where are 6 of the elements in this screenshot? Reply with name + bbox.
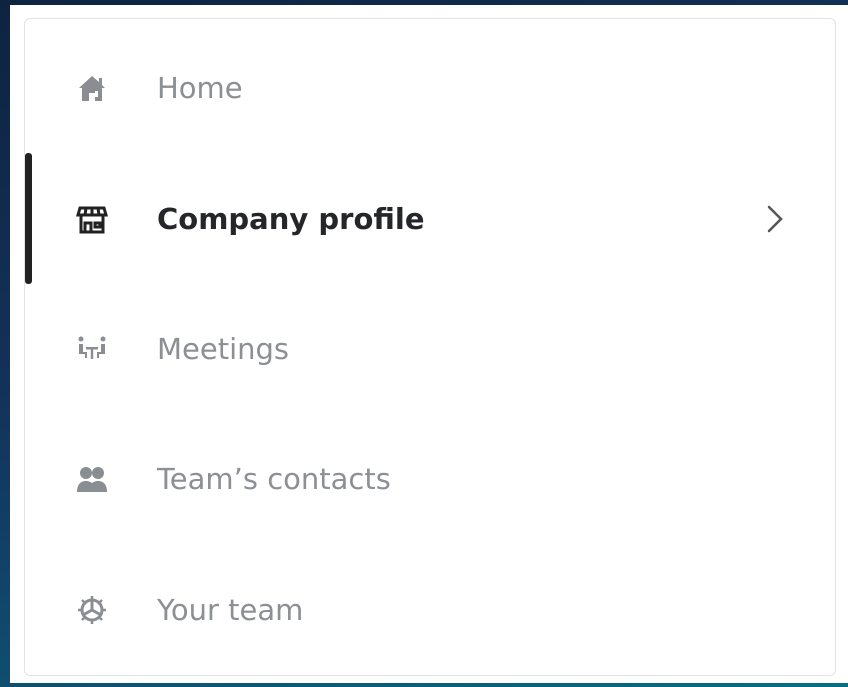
sidebar-item[interactable]: Your team — [25, 544, 835, 676]
sidebar-item[interactable]: Company profile — [25, 153, 835, 284]
sidebar-item[interactable]: Meetings — [25, 284, 835, 414]
sidebar-item[interactable]: Team’s contacts — [25, 414, 835, 545]
sidebar-item[interactable]: Home — [25, 23, 835, 154]
chevron-right-icon — [765, 202, 785, 235]
